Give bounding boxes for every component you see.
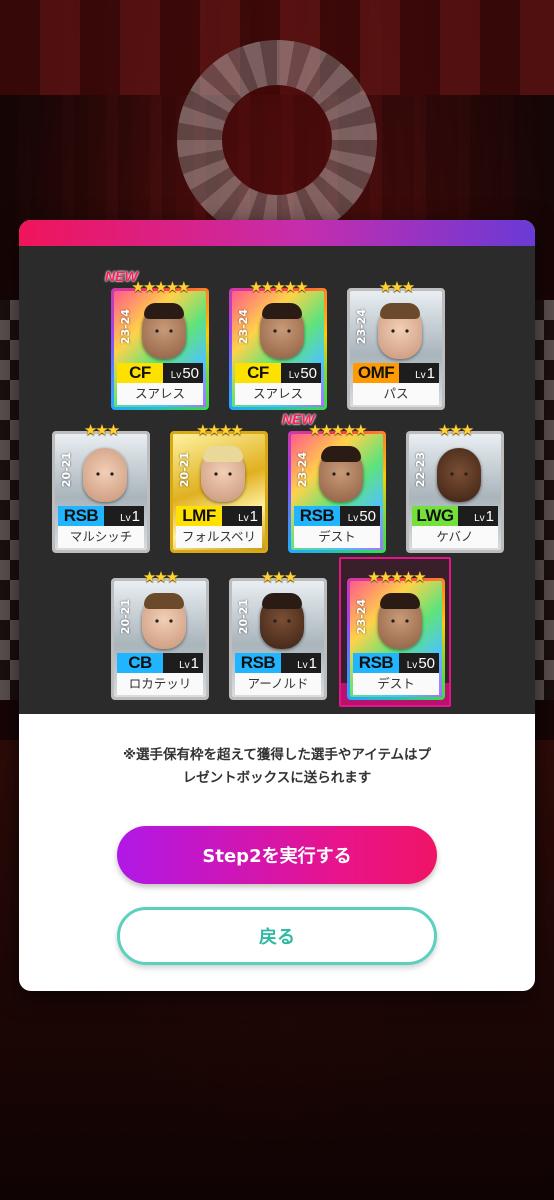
player-face-icon: [260, 303, 304, 359]
position-bar: RSB Lv1: [58, 506, 144, 526]
player-name: マルシッチ: [58, 526, 144, 548]
level-label: Lv50: [170, 364, 199, 382]
player-face-icon: [83, 448, 127, 502]
level-label: Lv50: [347, 507, 376, 525]
star-rating: ★★★: [142, 568, 179, 586]
position-label: LWG: [412, 506, 458, 526]
player-name: デスト: [353, 673, 439, 695]
rosette-decoration: [177, 40, 377, 240]
position-bar: CF Lv50: [117, 363, 203, 383]
new-badge: NEW: [105, 268, 138, 284]
notice-line-2: レゼントボックスに送られます: [182, 770, 372, 786]
card-grid: 特別獲得枠 23-24 CF Lv50 スアレス ★★★★★ NEW 23-24: [19, 246, 535, 714]
player-face-icon: [378, 593, 422, 649]
player-card[interactable]: 20-21 RSB Lv1 アーノルド ★★★: [229, 568, 327, 700]
position-label: CF: [117, 363, 163, 383]
player-face-icon: [378, 303, 422, 359]
level-label: Lv1: [474, 507, 494, 525]
player-face-icon: [142, 303, 186, 359]
star-rating: ★★★★★: [249, 278, 308, 296]
player-face-icon: [142, 593, 186, 649]
execute-step2-button[interactable]: Step2を実行する: [117, 826, 437, 884]
dialog-accent-bar: [19, 220, 535, 246]
player-name: スアレス: [235, 383, 321, 405]
level-label: Lv1: [179, 654, 199, 672]
season-label: 23-24: [355, 599, 368, 635]
card-frame: 20-21 RSB Lv1 アーノルド: [229, 578, 327, 700]
player-card[interactable]: 23-24 CF Lv50 スアレス ★★★★★: [229, 278, 327, 410]
card-frame: 20-21 CB Lv1 ロカテッリ: [111, 578, 209, 700]
position-label: LMF: [176, 506, 222, 526]
season-label: 23-24: [119, 309, 132, 345]
position-label: CF: [235, 363, 281, 383]
player-name: スアレス: [117, 383, 203, 405]
position-label: RSB: [353, 653, 399, 673]
back-button[interactable]: 戻る: [117, 907, 437, 965]
player-card[interactable]: 23-24 RSB Lv50 デスト ★★★★★ NEW: [282, 411, 386, 553]
player-name: アーノルド: [235, 673, 321, 695]
star-rating: ★★★: [437, 421, 474, 439]
player-card[interactable]: 20-21 LMF Lv1 フォルスベリ ★★★★: [170, 421, 268, 553]
level-label: Lv1: [415, 364, 435, 382]
season-label: 23-24: [296, 452, 309, 488]
player-card[interactable]: 20-21 CB Lv1 ロカテッリ ★★★: [111, 568, 209, 700]
season-label: 23-24: [355, 309, 368, 345]
season-label: 20-21: [237, 599, 250, 635]
card-frame: 23-24 RSB Lv50 デスト: [347, 578, 445, 700]
star-rating: ★★★: [378, 278, 415, 296]
player-name: デスト: [294, 526, 380, 548]
player-face-icon: [201, 446, 245, 502]
position-bar: CF Lv50: [235, 363, 321, 383]
player-name: フォルスベリ: [176, 526, 262, 548]
star-rating: ★★★: [260, 568, 297, 586]
season-label: 20-21: [178, 452, 191, 488]
level-label: Lv1: [120, 507, 140, 525]
player-card[interactable]: 20-21 RSB Lv1 マルシッチ ★★★: [52, 421, 150, 553]
player-face-icon: [437, 448, 481, 502]
season-label: 23-24: [237, 309, 250, 345]
season-label: 20-21: [60, 452, 73, 488]
position-bar: LMF Lv1: [176, 506, 262, 526]
season-label: 22-23: [414, 452, 427, 488]
acquisition-result-dialog: 特別獲得枠 23-24 CF Lv50 スアレス ★★★★★ NEW 23-24: [19, 220, 535, 991]
player-card[interactable]: 23-24 OMF Lv1 パス ★★★: [347, 278, 445, 410]
player-face-icon: [319, 446, 363, 502]
position-bar: CB Lv1: [117, 653, 203, 673]
position-label: RSB: [235, 653, 281, 673]
star-rating: ★★★★: [196, 421, 244, 439]
overflow-notice: ※選手保有枠を超えて獲得した選手やアイテムはプ レゼントボックスに送られます: [19, 744, 535, 790]
new-badge: NEW: [282, 411, 315, 427]
player-card[interactable]: 23-24 RSB Lv50 デスト ★★★★★: [347, 568, 445, 700]
card-frame: 22-23 LWG Lv1 ケバノ: [406, 431, 504, 553]
player-card[interactable]: 22-23 LWG Lv1 ケバノ ★★★: [406, 421, 504, 553]
player-name: ロカテッリ: [117, 673, 203, 695]
card-frame: 23-24 CF Lv50 スアレス: [229, 288, 327, 410]
card-frame: 20-21 LMF Lv1 フォルスベリ: [170, 431, 268, 553]
position-label: CB: [117, 653, 163, 673]
player-name: ケバノ: [412, 526, 498, 548]
level-label: Lv50: [406, 654, 435, 672]
level-label: Lv50: [288, 364, 317, 382]
level-label: Lv1: [238, 507, 258, 525]
card-frame: 20-21 RSB Lv1 マルシッチ: [52, 431, 150, 553]
position-label: RSB: [294, 506, 340, 526]
star-rating: ★★★: [83, 421, 120, 439]
position-bar: OMF Lv1: [353, 363, 439, 383]
player-face-icon: [260, 593, 304, 649]
notice-line-1: ※選手保有枠を超えて獲得した選手やアイテムはプ: [122, 747, 432, 763]
position-label: OMF: [353, 363, 399, 383]
card-frame: 23-24 OMF Lv1 パス: [347, 288, 445, 410]
position-bar: RSB Lv50: [294, 506, 380, 526]
season-label: 20-21: [119, 599, 132, 635]
position-bar: RSB Lv1: [235, 653, 321, 673]
star-rating: ★★★★★: [367, 568, 426, 586]
level-label: Lv1: [297, 654, 317, 672]
position-label: RSB: [58, 506, 104, 526]
card-frame: 23-24 CF Lv50 スアレス: [111, 288, 209, 410]
player-name: パス: [353, 383, 439, 405]
position-bar: RSB Lv50: [353, 653, 439, 673]
position-bar: LWG Lv1: [412, 506, 498, 526]
card-frame: 23-24 RSB Lv50 デスト: [288, 431, 386, 553]
player-card[interactable]: 23-24 CF Lv50 スアレス ★★★★★ NEW: [105, 268, 209, 410]
